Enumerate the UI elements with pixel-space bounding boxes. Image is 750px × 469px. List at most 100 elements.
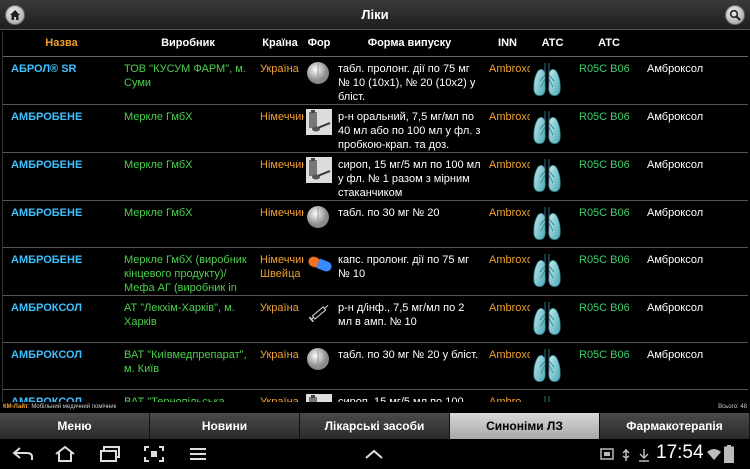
- table-row[interactable]: АМБРОБЕНЕМеркле ГмбХНімеччина табл. по 30…: [3, 200, 748, 248]
- tab-menu[interactable]: Меню: [0, 413, 150, 439]
- app-caption-rest: : Мобільний медичний помічник: [27, 404, 117, 410]
- lungs-icon: [532, 206, 562, 246]
- release-form: сироп, 15 мг/5 мл по 100 мл у фл. № 1 ра…: [334, 152, 485, 201]
- drug-name: АМБРОБЕНЕ: [3, 200, 120, 248]
- lungs-icon: [532, 253, 562, 293]
- usb-icon: [622, 448, 630, 461]
- search-button[interactable]: [725, 5, 745, 25]
- tablet-icon: [306, 61, 330, 88]
- inn-name: Амброксол: [643, 295, 748, 343]
- status-footer: КМ-Лайт: Мобільний медичний помічник Всь…: [0, 403, 750, 413]
- drug-picture: [304, 200, 334, 248]
- country: Україна: [256, 56, 304, 105]
- wifi-icon: [707, 449, 721, 460]
- menu-icon[interactable]: [187, 445, 209, 463]
- atc-icon-cell: [530, 152, 575, 201]
- table-row[interactable]: АМБРОБЕНЕМеркле ГмбХНімеччина р-н оральни…: [3, 104, 748, 153]
- release-form: капс. пролонг. дії по 75 мг № 10: [334, 247, 485, 296]
- lungs-icon: [532, 348, 562, 388]
- lungs-icon: [532, 62, 562, 102]
- tab-synonyms[interactable]: Синоніми ЛЗ: [450, 413, 600, 439]
- atc-code: R05C B06: [575, 342, 643, 390]
- table-row[interactable]: АБРОЛ® SR ТОВ "КУСУМ ФАРМ", м. Суми Україн…: [3, 56, 748, 105]
- atc-icon-cell: [530, 104, 575, 153]
- inn: Ambroxol: [485, 200, 530, 248]
- table-row[interactable]: АМБРОБЕНЕМеркле ГмбХНімеччина сироп, 15 м…: [3, 152, 748, 201]
- total-count: Всього: 48: [718, 404, 747, 410]
- inn-name: Амброксол: [643, 200, 748, 248]
- lungs-icon: [532, 301, 562, 341]
- column-header-inn[interactable]: INN: [485, 31, 530, 57]
- nav-home-icon[interactable]: [54, 445, 76, 463]
- drug-picture: [304, 295, 334, 343]
- column-header-class[interactable]: Кл: [643, 31, 748, 57]
- tablet-icon: [306, 205, 330, 232]
- atc-code: R05C B06: [575, 104, 643, 153]
- table-row[interactable]: АМБРОКСОЛ ВАТ "Тернопільська Україна сироп,…: [3, 389, 748, 402]
- column-header-atc-icon[interactable]: ATC: [530, 31, 575, 57]
- search-icon: [729, 9, 741, 21]
- release-form: табл. по 30 мг № 20: [334, 200, 485, 248]
- country: Німеччина/ Швейца: [256, 247, 304, 296]
- recent-apps-icon[interactable]: [99, 445, 121, 463]
- tab-drugs[interactable]: Лікарські засоби: [300, 413, 450, 439]
- drug-name: АМБРОКСОЛ: [3, 342, 120, 390]
- chevron-up-icon[interactable]: [363, 445, 385, 463]
- manufacturer: АТ "Лекхім-Харків", м. Харків: [120, 295, 256, 343]
- atc-icon-cell: [530, 295, 575, 343]
- download-icon: [639, 449, 649, 462]
- drug-name: АМБРОБЕНЕ: [3, 152, 120, 201]
- country: Україна: [256, 342, 304, 390]
- column-header-form[interactable]: Форма випуску: [334, 31, 485, 57]
- country: Україна: [256, 389, 304, 402]
- table-row[interactable]: АМБРОБЕНЕ Меркле ГмбХ (виробник кінцевого…: [3, 247, 748, 296]
- app-caption: КМ-Лайт: Мобільний медичний помічник: [3, 404, 116, 410]
- inn: Ambroxol: [485, 342, 530, 390]
- table-row[interactable]: АМБРОКСОЛ АТ "Лекхім-Харків", м. Харків Ук…: [3, 295, 748, 343]
- drug-name: АМБРОБЕНЕ: [3, 104, 120, 153]
- atc-icon-cell: [530, 56, 575, 105]
- column-header-picture[interactable]: Фор: [304, 31, 334, 57]
- drug-picture: [304, 389, 334, 402]
- notification-icon[interactable]: [600, 448, 614, 460]
- bottom-tab-bar: Меню Новини Лікарські засоби Синоніми ЛЗ…: [0, 413, 750, 439]
- app-caption-prefix: КМ-Лайт: [3, 404, 28, 410]
- release-form: табл. по 30 мг № 20 у бліст.: [334, 342, 485, 390]
- manufacturer: ТОВ "КУСУМ ФАРМ", м. Суми: [120, 56, 256, 105]
- atc-code: R05C B06: [575, 152, 643, 201]
- table-row[interactable]: АМБРОКСОЛ ВАТ "Київмедпрепарат", м. Київ У…: [3, 342, 748, 390]
- manufacturer: ВАТ "Київмедпрепарат", м. Київ: [120, 342, 256, 390]
- drug-name: АМБРОКСОЛ: [3, 295, 120, 343]
- release-form: р-н оральний, 7,5 мг/мл по 40 мл або по …: [334, 104, 485, 153]
- atc-code: [575, 389, 643, 402]
- screenshot-icon[interactable]: [143, 445, 165, 463]
- inn: Ambroxol: [485, 152, 530, 201]
- inn: Ambroxol: [485, 56, 530, 105]
- bottle-spoon-icon: [306, 156, 332, 186]
- lungs-icon: [532, 110, 562, 150]
- column-header-atc[interactable]: ATC: [575, 31, 643, 57]
- inn-name: Амброксол: [643, 342, 748, 390]
- inn-name: Амброксол: [643, 56, 748, 105]
- page-title: Ліки: [361, 7, 389, 22]
- battery-icon: [724, 445, 734, 463]
- inn: Ambroxol: [485, 295, 530, 343]
- home-icon: [10, 10, 20, 20]
- atc-code: R05C B06: [575, 56, 643, 105]
- column-header-country[interactable]: Країна: [256, 31, 304, 57]
- tab-pharmacotherapy[interactable]: Фармакотерапія: [600, 413, 750, 439]
- drug-picture: [304, 342, 334, 390]
- drug-name: АМБРОБЕНЕ: [3, 247, 120, 296]
- column-header-manufacturer[interactable]: Виробник: [120, 31, 256, 57]
- country: Німеччина: [256, 104, 304, 153]
- atc-code: R05C B06: [575, 247, 643, 296]
- drug-table: Назва Виробник Країна Фор Форма випуску …: [2, 31, 748, 402]
- drug-picture: [304, 152, 334, 201]
- table-header-row: Назва Виробник Країна Фор Форма випуску …: [3, 31, 748, 57]
- back-icon[interactable]: [12, 445, 34, 463]
- home-button[interactable]: [5, 5, 25, 25]
- column-header-name[interactable]: Назва: [3, 31, 120, 57]
- country: Німеччина: [256, 152, 304, 201]
- tab-news[interactable]: Новини: [150, 413, 300, 439]
- country: Україна: [256, 295, 304, 343]
